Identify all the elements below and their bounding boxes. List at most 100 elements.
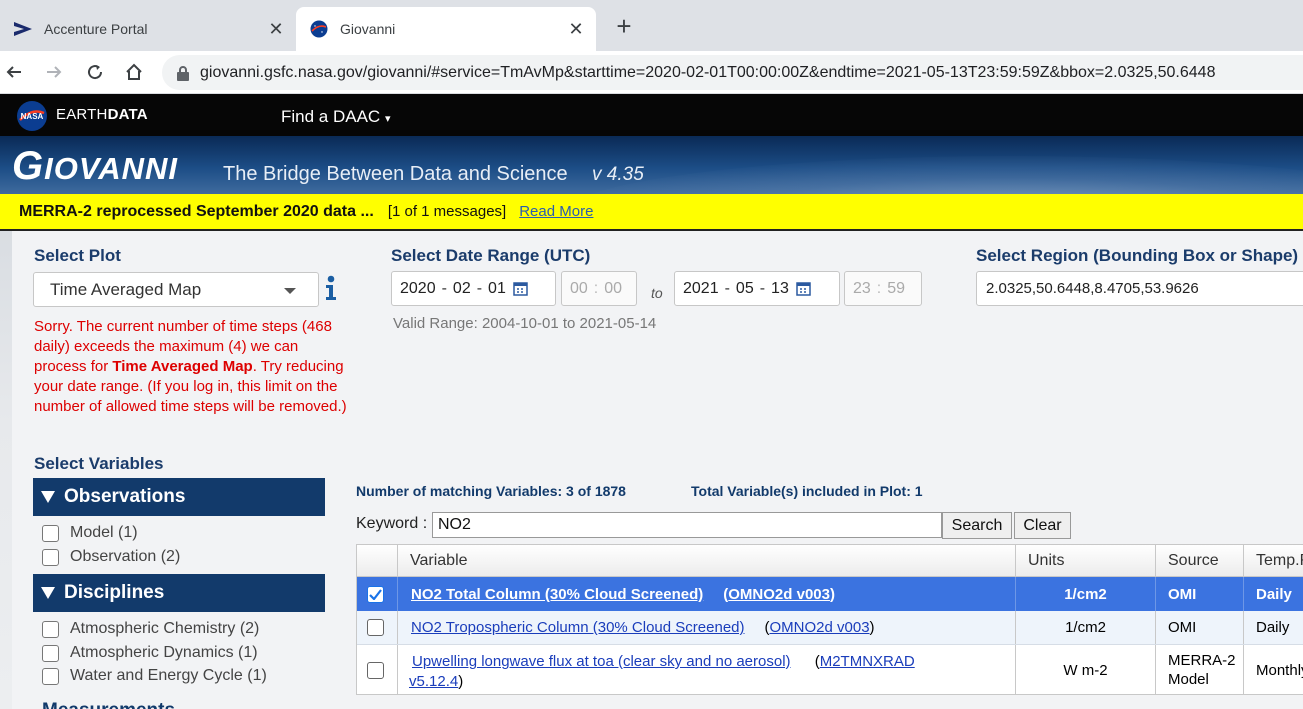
browser-toolbar: giovanni.gsfc.nasa.gov/giovanni/#service… [0, 51, 1303, 94]
home-icon[interactable] [121, 59, 147, 85]
variable-cell: NO2 Tropospheric Column (30% Cloud Scree… [397, 611, 1015, 644]
error-plot-name: Time Averaged Map [112, 358, 253, 375]
facet-measurements-header[interactable]: Measurements [42, 700, 175, 709]
giovanni-version: v 4.35 [592, 164, 644, 185]
earthdata-header: NASA EARTHDATA Find a DAAC ▾ [0, 94, 1303, 136]
plot-type-select[interactable]: Time Averaged Map [33, 272, 319, 307]
column-header-variable[interactable]: Variable [397, 545, 1015, 577]
start-month[interactable]: 02 [453, 280, 471, 298]
announcement-count: [1 of 1 messages] [387, 203, 507, 220]
start-day[interactable]: 01 [488, 280, 506, 298]
start-date-input[interactable]: 2020- 02- 01 [391, 271, 556, 306]
calendar-icon[interactable] [796, 281, 811, 296]
facet-option-label: Model (1) [70, 524, 138, 541]
column-header-temp-res[interactable]: Temp.Res. [1243, 545, 1303, 577]
table-row[interactable]: NO2 Total Column (30% Cloud Screened) (O… [357, 577, 1303, 611]
tab-accenture-portal[interactable]: Accenture Portal ✕ [0, 7, 296, 51]
checkbox[interactable] [367, 619, 384, 636]
keyword-label: Keyword : [356, 515, 428, 532]
info-icon[interactable] [324, 274, 338, 302]
keyword-input[interactable]: NO2 [432, 512, 942, 538]
start-hour: 00 [570, 279, 588, 297]
checkbox-checked[interactable] [367, 585, 384, 603]
start-year[interactable]: 2020 [400, 280, 436, 298]
column-header-units[interactable]: Units [1015, 545, 1155, 577]
checkbox[interactable] [42, 667, 59, 685]
facet-option-label: Water and Energy Cycle (1) [70, 667, 267, 684]
variable-link[interactable]: NO2 Tropospheric Column (30% Cloud Scree… [411, 619, 745, 636]
to-label: to [651, 285, 663, 301]
new-tab-icon[interactable]: + [610, 12, 638, 40]
facet-option-atmospheric-chemistry[interactable]: Atmospheric Chemistry (2) [42, 618, 259, 640]
end-date-input[interactable]: 2021- 05- 13 [674, 271, 840, 306]
triangle-down-icon [41, 491, 55, 503]
forward-arrow-icon[interactable] [41, 59, 67, 85]
select-plot-heading: Select Plot [34, 246, 121, 265]
variable-link[interactable]: Upwelling longwave flux at toa (clear sk… [412, 653, 791, 670]
browser-tab-strip: Accenture Portal ✕ Giovanni ✕ + [0, 0, 1303, 51]
search-button[interactable]: Search [942, 512, 1012, 539]
tab-giovanni[interactable]: Giovanni ✕ [296, 7, 596, 51]
earthdata-brand[interactable]: EARTHDATA [56, 106, 148, 123]
back-arrow-icon[interactable] [1, 59, 27, 85]
tab-title: Giovanni [340, 21, 396, 37]
checkbox[interactable] [367, 661, 384, 679]
reload-icon[interactable] [82, 59, 108, 85]
facet-option-model[interactable]: Model (1) [42, 522, 138, 544]
start-time-input: 00: 00 [561, 271, 637, 306]
accenture-icon [12, 18, 34, 40]
bounding-box-value: 2.0325,50.6448,8.4705,53.9626 [986, 280, 1199, 297]
facet-title: Observations [64, 486, 186, 507]
facet-observations-header[interactable]: Observations [33, 478, 325, 516]
start-minute: 00 [604, 279, 623, 297]
giovanni-title: GIOVANNI [12, 144, 178, 189]
earth-horizon-graphic [560, 156, 1303, 194]
variable-link[interactable]: NO2 Total Column (30% Cloud Screened) [411, 586, 703, 603]
facet-title: Measurements [42, 700, 175, 709]
temp-res-cell: Daily [1243, 611, 1303, 644]
table-row[interactable]: NO2 Tropospheric Column (30% Cloud Scree… [357, 611, 1303, 645]
temp-res-cell: Monthly [1243, 645, 1303, 695]
product-link[interactable]: OMNO2d v003 [728, 586, 830, 603]
temp-res-cell: Daily [1243, 577, 1303, 611]
select-region-heading: Select Region (Bounding Box or Shape) [976, 246, 1299, 265]
checkbox[interactable] [42, 548, 59, 566]
facet-option-atmospheric-dynamics[interactable]: Atmospheric Dynamics (1) [42, 642, 258, 664]
units-cell: 1/cm2 [1015, 577, 1155, 611]
announcement-bar: MERRA-2 reprocessed September 2020 data … [0, 194, 1303, 231]
title-initial: G [12, 144, 45, 188]
source-cell: OMI [1155, 611, 1243, 644]
facet-option-observation[interactable]: Observation (2) [42, 546, 180, 568]
table-row[interactable]: Upwelling longwave flux at toa (clear sk… [357, 645, 1303, 695]
find-a-daac-menu[interactable]: Find a DAAC ▾ [281, 107, 390, 127]
read-more-link[interactable]: Read More [519, 203, 593, 220]
plot-type-value: Time Averaged Map [50, 279, 202, 299]
nasa-logo-icon[interactable]: NASA [16, 100, 48, 132]
end-month[interactable]: 05 [736, 280, 754, 298]
close-icon[interactable]: ✕ [564, 17, 588, 41]
end-year[interactable]: 2021 [683, 280, 719, 298]
end-minute: 59 [887, 279, 906, 297]
bounding-box-input[interactable]: 2.0325,50.6448,8.4705,53.9626 [976, 271, 1303, 306]
chevron-down-icon [284, 288, 296, 294]
svg-text:NASA: NASA [21, 112, 44, 121]
variables-table: Variable Units Source Temp.Res. NO2 Tota… [356, 544, 1303, 695]
product-link[interactable]: OMNO2d v003 [770, 619, 870, 636]
facet-disciplines-header[interactable]: Disciplines [33, 574, 325, 612]
product-link[interactable]: M2TMNXRAD [820, 653, 915, 670]
checkbox[interactable] [42, 620, 59, 638]
clear-button[interactable]: Clear [1014, 512, 1071, 539]
close-icon[interactable]: ✕ [264, 17, 288, 41]
facet-option-label: Atmospheric Chemistry (2) [70, 620, 260, 637]
column-header-source[interactable]: Source [1155, 545, 1243, 577]
calendar-icon[interactable] [513, 281, 528, 296]
end-time-input: 23: 59 [844, 271, 922, 306]
checkbox[interactable] [42, 644, 59, 662]
caret-down-icon: ▾ [384, 113, 391, 125]
facet-option-water-energy-cycle[interactable]: Water and Energy Cycle (1) [42, 665, 267, 687]
checkbox[interactable] [42, 524, 59, 542]
product-version-link[interactable]: v5.12.4 [409, 673, 458, 690]
end-day[interactable]: 13 [771, 280, 789, 298]
address-bar[interactable]: giovanni.gsfc.nasa.gov/giovanni/#service… [162, 55, 1303, 90]
facet-option-label: Observation (2) [70, 548, 181, 565]
